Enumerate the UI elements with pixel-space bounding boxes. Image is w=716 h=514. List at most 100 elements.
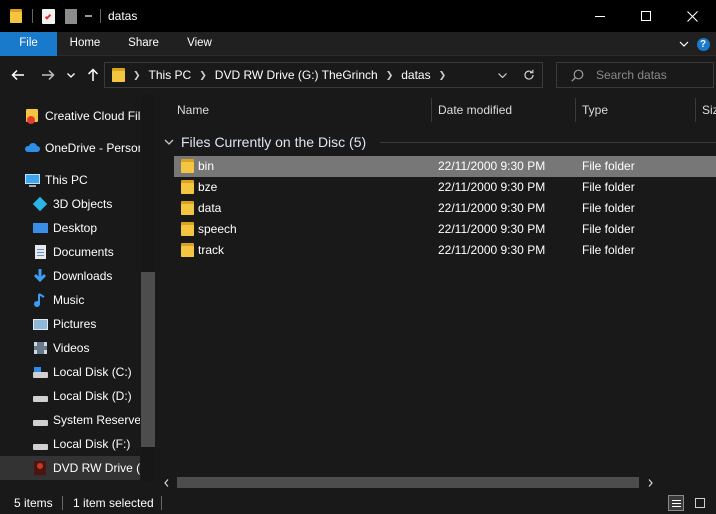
search-box[interactable]: Search datas <box>556 62 714 88</box>
drive-icon <box>32 364 48 380</box>
close-button[interactable] <box>669 0 715 32</box>
maximize-button[interactable] <box>623 0 669 32</box>
table-row[interactable]: track 22/11/2000 9:30 PM File folder <box>174 240 716 261</box>
sidebar-item-desktop[interactable]: Desktop <box>0 216 140 240</box>
sidebar-item-system-reserved[interactable]: System Reserved (E:) <box>0 408 140 432</box>
item-count: 5 items <box>14 496 53 510</box>
status-separator <box>161 496 162 510</box>
table-row[interactable]: bin 22/11/2000 9:30 PM File folder <box>174 156 716 177</box>
chevron-left-icon <box>163 479 168 487</box>
sidebar-item-local-disk-c[interactable]: Local Disk (C:) <box>0 360 140 384</box>
address-history-button[interactable] <box>488 63 516 87</box>
breadcrumb-datas[interactable]: datas <box>401 68 430 82</box>
address-bar[interactable]: ❯ This PC ❯ DVD RW Drive (G:) TheGrinch … <box>104 62 543 88</box>
search-icon <box>571 69 584 82</box>
details-view-button[interactable] <box>668 495 684 511</box>
file-date: 22/11/2000 9:30 PM <box>438 159 546 173</box>
search-input[interactable]: Search datas <box>596 68 667 82</box>
folder-icon <box>181 201 194 215</box>
sidebar-item-documents[interactable]: Documents <box>0 240 140 264</box>
column-header-name[interactable]: Name <box>177 98 209 122</box>
folder-icon <box>181 243 194 257</box>
scroll-right-button[interactable] <box>644 477 656 489</box>
navigation-bar: ❯ This PC ❯ DVD RW Drive (G:) TheGrinch … <box>0 56 716 94</box>
column-header-size[interactable]: Size <box>702 98 716 122</box>
expand-ribbon-button[interactable] <box>676 35 692 53</box>
up-button[interactable] <box>84 64 102 86</box>
separator <box>100 9 101 23</box>
file-type: File folder <box>582 243 635 257</box>
properties-icon[interactable] <box>42 8 55 24</box>
sidebar-item-videos[interactable]: Videos <box>0 336 140 360</box>
forward-button[interactable] <box>38 64 58 86</box>
tab-file[interactable]: File <box>0 32 57 56</box>
column-header-date-modified[interactable]: Date modified <box>438 98 512 122</box>
file-type: File folder <box>582 222 635 236</box>
breadcrumb-dvd-drive[interactable]: DVD RW Drive (G:) TheGrinch <box>215 68 378 82</box>
group-divider <box>380 142 716 143</box>
scroll-left-button[interactable] <box>160 477 172 489</box>
status-bar: 5 items 1 item selected <box>0 492 716 514</box>
sidebar-item-pictures[interactable]: Pictures <box>0 312 140 336</box>
tab-view[interactable]: View <box>176 32 223 56</box>
column-divider[interactable] <box>575 98 576 122</box>
drive-icon <box>32 388 48 404</box>
minimize-icon <box>595 15 605 17</box>
sidebar-item-local-disk-f[interactable]: Local Disk (F:) <box>0 432 140 456</box>
back-button[interactable] <box>8 64 28 86</box>
help-icon: ? <box>696 37 710 51</box>
title-bar: datas <box>0 0 716 32</box>
document-icon <box>32 244 48 260</box>
file-list: Name Date modified Type Size Files Curre… <box>158 94 716 488</box>
file-name: track <box>198 243 225 257</box>
table-row[interactable]: data 22/11/2000 9:30 PM File folder <box>174 198 716 219</box>
chevron-down-icon <box>164 139 174 145</box>
folder-icon <box>181 180 194 194</box>
sidebar-item-this-pc[interactable]: This PC <box>0 168 140 192</box>
chevron-down-icon[interactable] <box>85 12 92 17</box>
help-button[interactable]: ? <box>696 35 710 53</box>
sidebar-item-local-disk-d[interactable]: Local Disk (D:) <box>0 384 140 408</box>
details-view-icon <box>671 502 681 504</box>
refresh-button[interactable] <box>515 63 543 87</box>
sidebar-item-downloads[interactable]: Downloads <box>0 264 140 288</box>
large-icons-view-button[interactable] <box>692 495 708 511</box>
tab-home[interactable]: Home <box>61 32 109 56</box>
column-divider[interactable] <box>695 98 696 122</box>
folder-icon <box>112 68 125 82</box>
column-header-type[interactable]: Type <box>582 98 608 122</box>
file-type: File folder <box>582 201 635 215</box>
table-row[interactable]: speech 22/11/2000 9:30 PM File folder <box>174 219 716 240</box>
chevron-right-icon[interactable]: ❯ <box>439 70 447 81</box>
arrow-right-icon <box>42 69 55 81</box>
chevron-right-icon[interactable]: ❯ <box>199 70 207 81</box>
breadcrumb: ❯ This PC ❯ DVD RW Drive (G:) TheGrinch … <box>133 63 454 87</box>
download-icon <box>32 268 48 284</box>
sidebar-item-dvd-drive[interactable]: DVD RW Drive (G:) TheGrinch <box>0 456 140 480</box>
file-name: bze <box>198 180 218 194</box>
nav-scrollbar-thumb[interactable] <box>141 272 155 447</box>
tab-share[interactable]: Share <box>119 32 168 56</box>
chevron-right-icon[interactable]: ❯ <box>386 70 394 81</box>
group-header[interactable]: Files Currently on the Disc (5) <box>164 132 366 152</box>
table-row[interactable]: bze 22/11/2000 9:30 PM File folder <box>174 177 716 198</box>
sidebar-item-music[interactable]: Music <box>0 288 140 312</box>
sidebar-item-3d-objects[interactable]: 3D Objects <box>0 192 140 216</box>
cube-icon <box>32 196 48 212</box>
file-name: speech <box>198 222 237 236</box>
sidebar-item-onedrive[interactable]: OneDrive - Personal <box>0 136 140 160</box>
minimize-button[interactable] <box>577 0 623 32</box>
new-folder-icon[interactable] <box>65 8 77 24</box>
chevron-right-icon[interactable]: ❯ <box>133 70 141 81</box>
music-icon <box>32 292 48 308</box>
recent-locations-button[interactable] <box>64 64 78 86</box>
file-name: bin <box>198 159 215 173</box>
scrollbar-thumb[interactable] <box>177 477 639 488</box>
horizontal-scrollbar[interactable] <box>158 474 716 491</box>
file-date: 22/11/2000 9:30 PM <box>438 243 546 257</box>
breadcrumb-this-pc[interactable]: This PC <box>149 68 192 82</box>
folder-icon <box>181 222 194 236</box>
column-divider[interactable] <box>431 98 432 122</box>
sidebar-item-creative-cloud[interactable]: Creative Cloud Files <box>0 104 140 128</box>
desktop-icon <box>32 220 48 236</box>
